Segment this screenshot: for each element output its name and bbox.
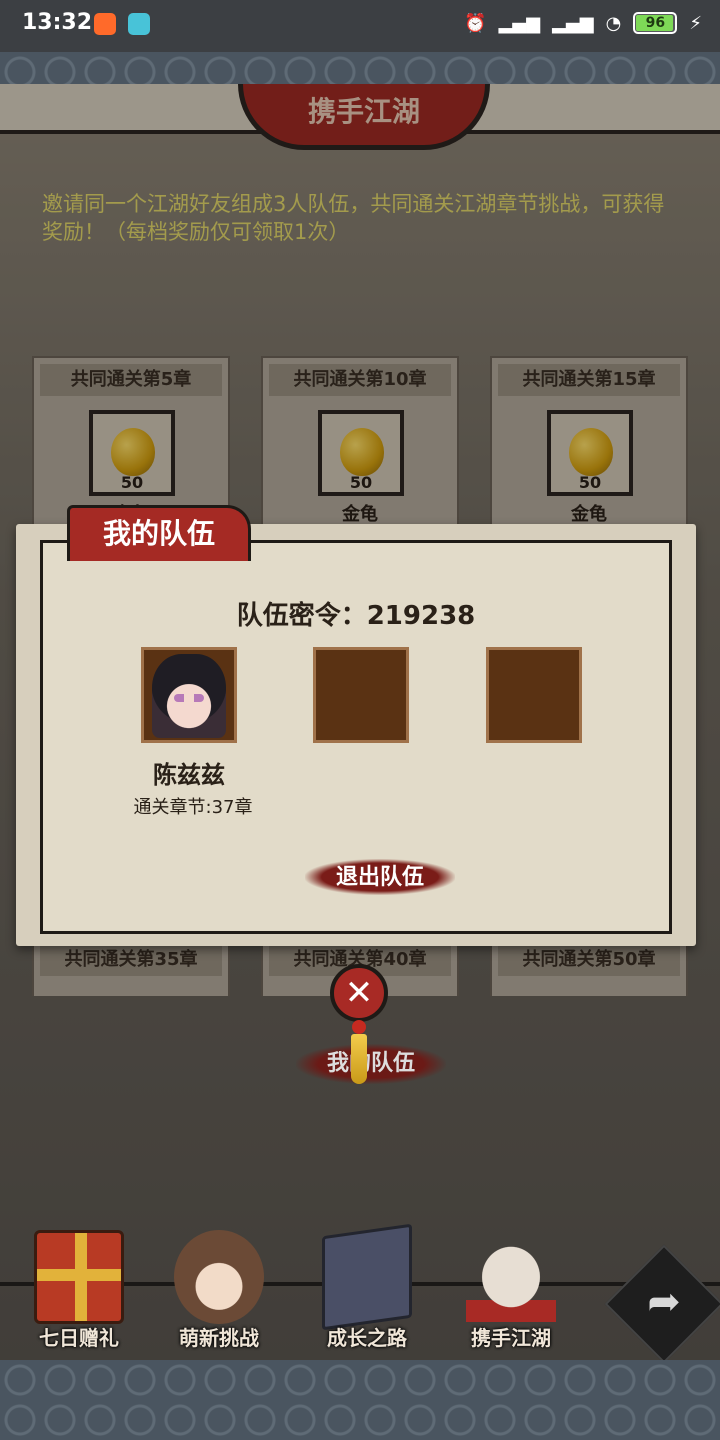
member-chapter: 通关章节:37章 [133,797,253,818]
battery-icon: 96 [633,12,678,34]
gift-box-icon [34,1230,124,1324]
hd-signal-icon: ▂▄▆ [552,12,594,34]
member-name: 陈兹兹 [153,761,225,789]
member-slot-2[interactable] [313,647,409,743]
tassel-ornament [351,1034,367,1084]
nav-label: 携手江湖 [471,1326,551,1350]
book-icon [322,1223,412,1331]
team-code: 队伍密令：219238 [236,601,476,631]
charging-icon: ⚡ [689,12,702,34]
leave-team-button[interactable]: 退出队伍 [305,859,455,895]
close-icon: ✕ [344,973,374,1013]
nav-label: 萌新挑战 [179,1326,259,1350]
app-icon-orange [94,13,116,35]
app-icon-teal [128,13,150,35]
wave-pattern [0,1360,720,1440]
status-bar: 13:32 ⏰ ▂▄▆ ▂▄▆ ◔ 96 ⚡ [0,0,720,52]
battery-percent: 96 [645,15,666,31]
nav-label: 成长之路 [327,1326,407,1350]
status-time: 13:32 [22,10,93,35]
nav-seven-day-gift[interactable]: 七日赠礼 [14,1224,144,1354]
share-arrow-icon[interactable]: ➦ [642,1280,686,1324]
nav-newbie-challenge[interactable]: 萌新挑战 [154,1224,284,1354]
nav-hand-in-hand[interactable]: 携手江湖 [446,1224,576,1354]
member-slot-1[interactable] [141,647,237,743]
signal-icon: ▂▄▆ [498,12,541,34]
my-team-dialog: 我的队伍 队伍密令：219238 陈兹兹 通关章节:37章 退出队伍 [16,505,696,946]
alarm-icon: ⏰ [464,12,487,34]
dialog-content: 我的队伍 队伍密令：219238 陈兹兹 通关章节:37章 退出队伍 [40,505,672,934]
nav-label: 七日赠礼 [39,1326,119,1350]
game-screen: 携手江湖 邀请同一个江湖好友组成3人队伍，共同通关江湖章节挑战，可获得奖励！（每… [0,84,720,1360]
nav-growth-road[interactable]: 成长之路 [302,1223,432,1354]
avatar [152,654,226,738]
my-team-button[interactable]: 我的队伍 [296,1044,446,1084]
girl-avatar-icon [174,1230,264,1324]
bead-ornament [352,1020,366,1034]
bottom-pattern-border [0,1360,720,1440]
top-pattern-border [0,52,720,84]
status-icons: ⏰ ▂▄▆ ▂▄▆ ◔ 96 ⚡ [464,12,702,34]
dialog-tab: 我的队伍 [67,505,251,561]
member-slot-3[interactable] [486,647,582,743]
wifi-icon: ◔ [605,12,622,34]
handshake-icon [466,1230,556,1324]
close-button[interactable]: ✕ [330,964,388,1022]
